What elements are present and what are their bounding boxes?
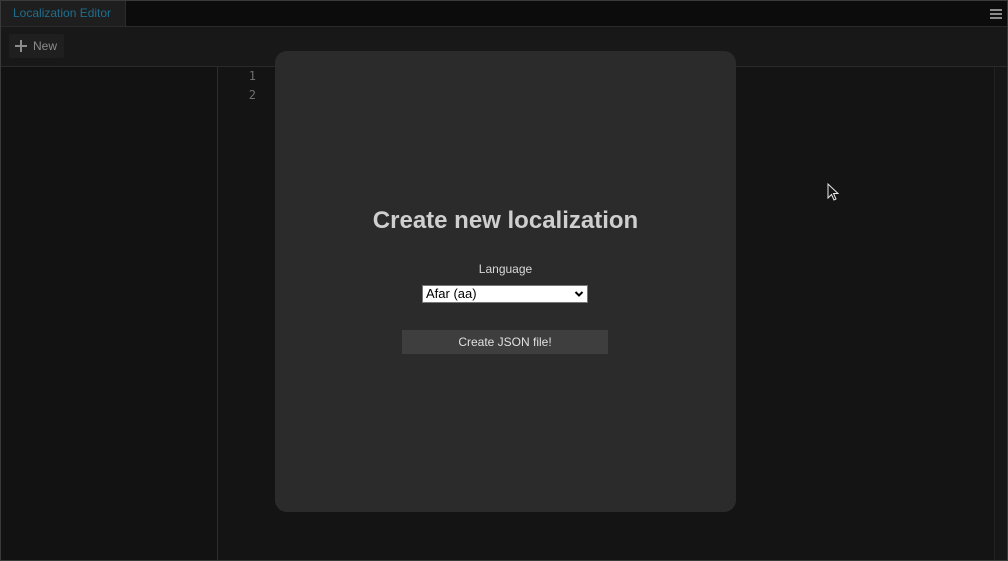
app-window: Localization Editor New 1 2 Create new l… — [0, 0, 1008, 561]
tab-label: Localization Editor — [13, 6, 112, 20]
chevron-down-icon — [574, 291, 584, 297]
line-number: 2 — [248, 88, 256, 102]
new-button-label: New — [33, 39, 58, 53]
hamburger-menu-icon[interactable] — [985, 1, 1007, 26]
create-json-button[interactable]: Create JSON file! — [402, 330, 608, 354]
create-localization-dialog: Create new localization Language Afar (a… — [275, 51, 736, 512]
plus-icon — [15, 40, 27, 52]
language-selected-value: Afar (aa) — [426, 286, 477, 301]
vertical-scrollbar[interactable] — [994, 67, 1007, 560]
tab-bar: Localization Editor — [1, 1, 1007, 27]
mouse-pointer-icon — [827, 183, 840, 201]
language-label: Language — [478, 262, 533, 276]
new-button[interactable]: New — [9, 34, 65, 58]
dialog-title: Create new localization — [372, 207, 639, 234]
line-number-gutter: 1 2 — [218, 67, 258, 560]
tab-localization-editor[interactable]: Localization Editor — [1, 1, 126, 26]
language-select[interactable]: Afar (aa) — [422, 285, 588, 303]
file-sidebar — [1, 67, 218, 560]
line-number: 1 — [248, 69, 256, 83]
